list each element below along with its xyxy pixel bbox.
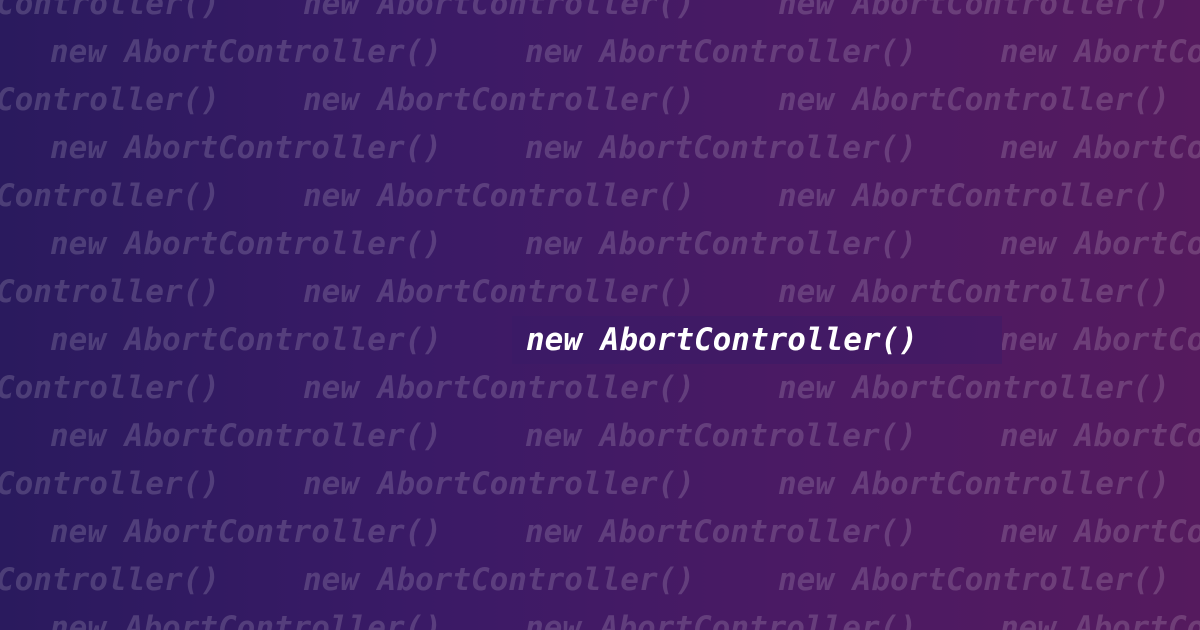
pattern-text: new AbortController()	[0, 370, 220, 406]
pattern-text: new AbortController()	[525, 418, 917, 454]
pattern-text: new AbortController()	[778, 274, 1170, 310]
pattern-row: new AbortController() new AbortController…	[0, 76, 1200, 124]
pattern-row: new AbortController() new AbortController…	[50, 28, 1200, 76]
pattern-text: new AbortController()	[1000, 226, 1200, 262]
pattern-row: new AbortController() new AbortController…	[0, 172, 1200, 220]
pattern-text: new AbortController()	[50, 226, 442, 262]
pattern-text: new AbortController()	[303, 178, 695, 214]
pattern-text: new AbortController()	[1000, 610, 1200, 630]
pattern-text: new AbortController()	[525, 514, 917, 550]
pattern-row: new AbortController() new AbortController…	[50, 412, 1200, 460]
pattern-row: new AbortController() new AbortController…	[0, 460, 1200, 508]
pattern-text: new AbortController()	[1000, 322, 1200, 358]
pattern-text: new AbortController()	[303, 562, 695, 598]
pattern-text: new AbortController()	[50, 610, 442, 630]
pattern-text: new AbortController()	[0, 82, 220, 118]
pattern-text: new AbortController()	[0, 274, 220, 310]
pattern-row: new AbortController() new AbortController…	[0, 364, 1200, 412]
pattern-text: new AbortController()	[303, 0, 695, 22]
pattern-text: new AbortController()	[0, 466, 220, 502]
pattern-text: new AbortController()	[778, 466, 1170, 502]
pattern-text: new AbortController()	[303, 370, 695, 406]
pattern-text: new AbortController()	[0, 562, 220, 598]
pattern-row: new AbortController() new AbortController…	[0, 268, 1200, 316]
pattern-text: new AbortController()	[525, 610, 917, 630]
pattern-text: new AbortController()	[778, 178, 1170, 214]
pattern-text: new AbortController()	[303, 274, 695, 310]
pattern-text: new AbortController()	[303, 82, 695, 118]
pattern-text: new AbortController()	[1000, 34, 1200, 70]
pattern-row: new AbortController() new AbortController…	[50, 220, 1200, 268]
pattern-text: new AbortController()	[1000, 418, 1200, 454]
pattern-text: new AbortController()	[50, 34, 442, 70]
pattern-text: new AbortController()	[50, 130, 442, 166]
pattern-text: new AbortController()	[778, 82, 1170, 118]
pattern-row: new AbortController() new AbortController…	[50, 124, 1200, 172]
headline-code: new AbortController()	[526, 322, 918, 358]
pattern-text: new AbortController()	[1000, 514, 1200, 550]
pattern-row: new AbortController() new AbortController…	[50, 604, 1200, 630]
pattern-text: new AbortController()	[525, 130, 917, 166]
pattern-text: new AbortController()	[778, 0, 1170, 22]
pattern-text: new AbortController()	[50, 418, 442, 454]
pattern-text: new AbortController()	[525, 34, 917, 70]
pattern-text: new AbortController()	[778, 562, 1170, 598]
repeating-code-pattern: new AbortController() new AbortController…	[0, 0, 1200, 630]
pattern-text: new AbortController()	[778, 370, 1170, 406]
pattern-text: new AbortController()	[303, 466, 695, 502]
pattern-text: new AbortController()	[0, 178, 220, 214]
pattern-text: new AbortController()	[50, 322, 442, 358]
pattern-row: new AbortController() new AbortController…	[0, 0, 1200, 28]
social-card: new AbortController() new AbortController…	[0, 0, 1200, 630]
pattern-text: new AbortController()	[50, 514, 442, 550]
pattern-text: new AbortController()	[525, 226, 917, 262]
pattern-text: new AbortController()	[1000, 130, 1200, 166]
pattern-row: new AbortController() new AbortController…	[0, 556, 1200, 604]
pattern-text: new AbortController()	[0, 0, 220, 22]
pattern-row: new AbortController() new AbortController…	[50, 508, 1200, 556]
